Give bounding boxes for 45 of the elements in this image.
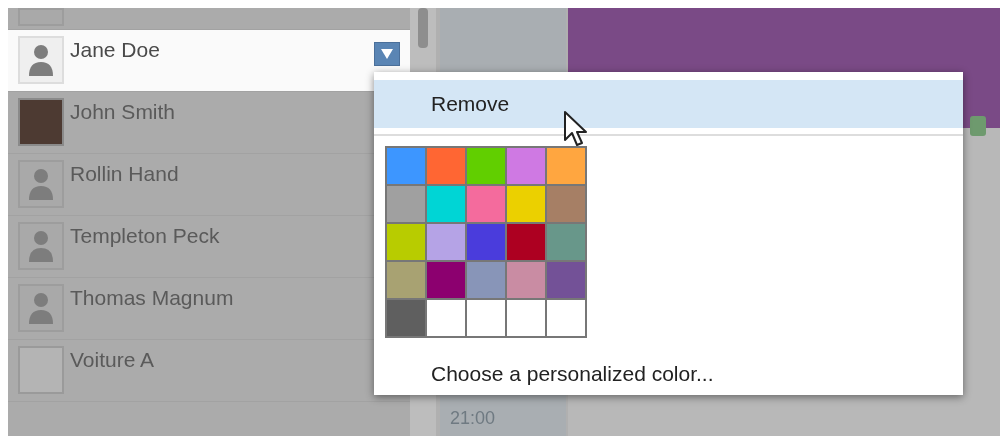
color-swatch[interactable] — [387, 186, 425, 222]
contact-name[interactable]: John Smith — [70, 98, 176, 126]
avatar-placeholder — [18, 346, 64, 394]
color-swatch[interactable] — [467, 262, 505, 298]
color-swatch[interactable] — [387, 300, 425, 336]
event-marker — [970, 116, 986, 136]
color-swatch[interactable] — [467, 300, 505, 336]
photo-placeholder — [18, 98, 64, 146]
contact-name[interactable]: Jane Doe — [70, 36, 160, 64]
color-swatch[interactable] — [467, 186, 505, 222]
color-swatch[interactable] — [387, 262, 425, 298]
color-swatch[interactable] — [427, 148, 465, 184]
contact-name[interactable]: Thomas Magnum — [70, 284, 234, 312]
color-swatch[interactable] — [427, 186, 465, 222]
dropdown-button[interactable] — [374, 42, 400, 66]
color-swatch[interactable] — [427, 224, 465, 260]
scrollbar-thumb[interactable] — [418, 8, 428, 48]
person-silhouette-icon — [26, 43, 56, 77]
color-swatch[interactable] — [507, 148, 545, 184]
color-swatch[interactable] — [507, 224, 545, 260]
color-swatch[interactable] — [547, 262, 585, 298]
color-swatch[interactable] — [547, 224, 585, 260]
color-swatch[interactable] — [387, 148, 425, 184]
color-swatch[interactable] — [547, 186, 585, 222]
time-label: 21:00 — [450, 407, 497, 430]
color-swatch[interactable] — [387, 224, 425, 260]
color-swatch[interactable] — [507, 186, 545, 222]
color-swatch[interactable] — [547, 148, 585, 184]
person-silhouette-icon — [26, 229, 56, 263]
color-swatch[interactable] — [467, 224, 505, 260]
mouse-cursor-icon — [563, 110, 589, 148]
contact-name[interactable]: Rollin Hand — [70, 160, 179, 188]
custom-color-link[interactable]: Choose a personalized color... — [374, 358, 714, 390]
contact-name[interactable]: Templeton Peck — [70, 222, 220, 250]
color-swatch[interactable] — [427, 300, 465, 336]
person-silhouette-icon — [26, 167, 56, 201]
person-silhouette-icon — [26, 291, 56, 325]
menu-item[interactable]: Remove — [374, 80, 963, 128]
contact-name[interactable]: Voiture A — [70, 346, 155, 374]
caret-icon — [381, 49, 393, 59]
color-swatch[interactable] — [507, 300, 545, 336]
color-swatch[interactable] — [427, 262, 465, 298]
color-swatch[interactable] — [547, 300, 585, 336]
color-swatch[interactable] — [467, 148, 505, 184]
color-swatch[interactable] — [507, 262, 545, 298]
